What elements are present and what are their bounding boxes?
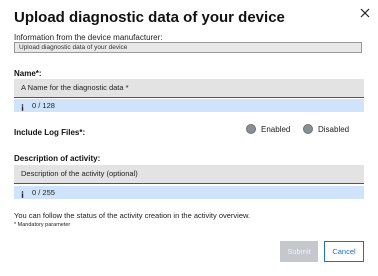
radio-enabled-dot[interactable] [246, 124, 256, 134]
mandatory-note: * Mandatory parameter [14, 222, 71, 228]
cancel-button[interactable]: Cancel [324, 241, 364, 262]
radio-disabled-dot[interactable] [303, 124, 313, 134]
submit-button[interactable]: Submit [280, 241, 318, 262]
dialog-title: Upload diagnostic data of your device [14, 9, 285, 26]
manufacturer-label: Information from the device manufacturer… [14, 33, 163, 42]
upload-dialog: Upload diagnostic data of your device In… [0, 0, 378, 276]
log-files-label: Include Log Files*: [14, 128, 86, 137]
name-label: Name*: [14, 69, 42, 78]
description-counter: 0 / 255 [14, 186, 364, 199]
description-label: Description of activity: [14, 154, 101, 163]
radio-enabled-label: Enabled [261, 124, 291, 134]
close-icon[interactable] [358, 6, 372, 20]
radio-disabled-label: Disabled [318, 124, 350, 134]
description-input[interactable]: Description of the activity (optional) [14, 165, 364, 184]
info-icon [19, 189, 26, 198]
radio-disabled[interactable]: Disabled [303, 124, 349, 134]
manufacturer-info-field: Upload diagnostic data of your device [14, 42, 362, 53]
name-counter: 0 / 128 [14, 99, 364, 112]
info-icon [19, 102, 26, 111]
radio-enabled[interactable]: Enabled [246, 124, 290, 134]
description-counter-text: 0 / 255 [32, 188, 55, 197]
name-input[interactable]: A Name for the diagnostic data * [14, 79, 364, 98]
name-counter-text: 0 / 128 [32, 101, 55, 110]
status-info-text: You can follow the status of the activit… [14, 211, 251, 220]
